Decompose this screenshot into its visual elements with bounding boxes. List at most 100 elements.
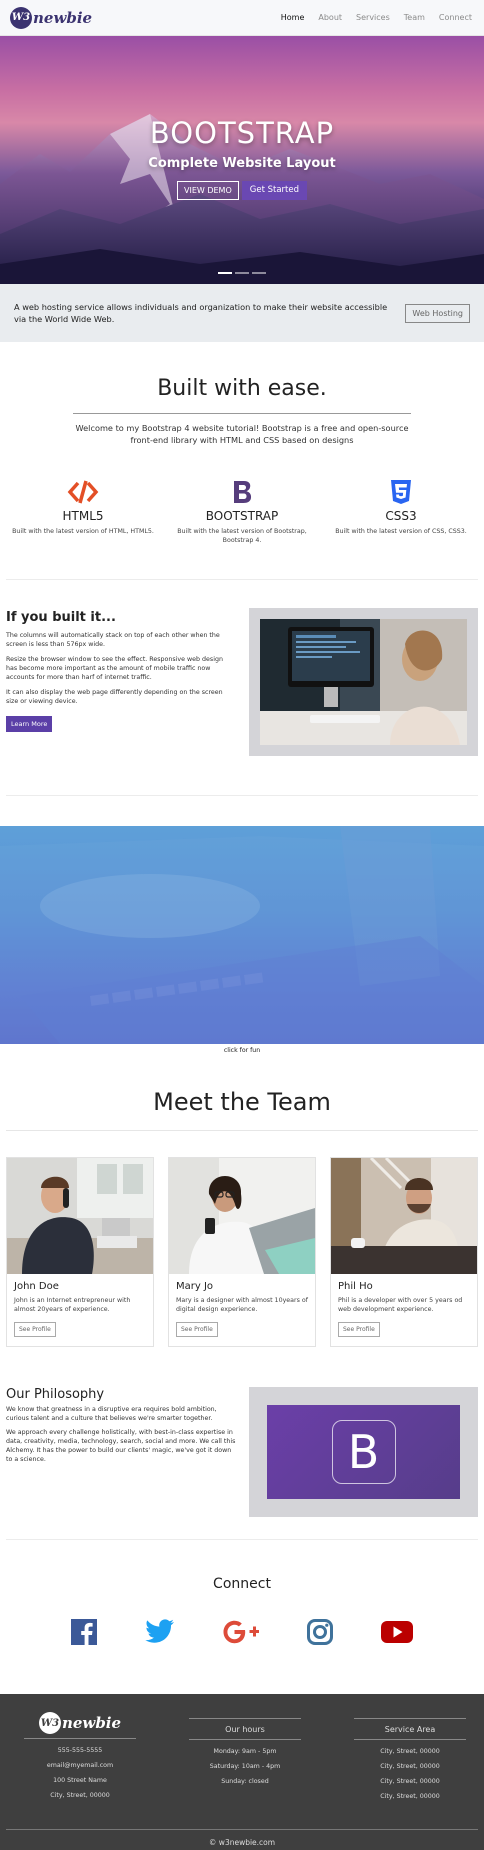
team-card-body: John Doe John is an Internet entrepreneu… bbox=[7, 1274, 153, 1344]
section-divider bbox=[6, 795, 478, 796]
team-photo-john bbox=[7, 1158, 153, 1274]
welcome-text: Welcome to my Bootstrap 4 website tutori… bbox=[75, 423, 409, 445]
built-paragraph: The columns will automatically stack on … bbox=[6, 632, 220, 648]
get-started-button[interactable]: Get Started bbox=[241, 181, 307, 200]
see-profile-button[interactable]: See Profile bbox=[14, 1322, 56, 1337]
philosophy-paragraph: We approach every challenge holistically… bbox=[6, 1429, 236, 1463]
parallax-keyboard-image[interactable] bbox=[0, 826, 484, 1044]
footer-hours-title: Our hours bbox=[189, 1718, 301, 1740]
web-hosting-button[interactable]: Web Hosting bbox=[405, 303, 470, 323]
carousel-indicator-1[interactable] bbox=[218, 272, 232, 274]
connect-title: Connect bbox=[213, 1576, 271, 1592]
hero-title: BOOTSTRAP bbox=[149, 116, 335, 150]
philosophy-section: Our Philosophy We know that greatness in… bbox=[0, 1347, 484, 1531]
jumbotron: A web hosting service allows individuals… bbox=[0, 284, 484, 342]
footer-area-title: Service Area bbox=[354, 1718, 466, 1740]
youtube-icon[interactable] bbox=[381, 1620, 413, 1648]
tech-item-html5: HTML5 Built with the latest version of H… bbox=[8, 478, 158, 545]
team-member-desc: Mary is a designer with almost 10years o… bbox=[176, 1297, 308, 1313]
team-photo-phil bbox=[331, 1158, 477, 1274]
footer-email[interactable]: email@myemail.com bbox=[24, 1762, 136, 1769]
carousel-indicator-2[interactable] bbox=[235, 272, 249, 274]
bootstrap-logo-image: B bbox=[267, 1405, 460, 1499]
nav-links: Home About Services Team Connect bbox=[281, 13, 472, 22]
bootstrap-icon bbox=[167, 478, 317, 506]
footer-divider bbox=[6, 1829, 478, 1830]
hero-carousel[interactable]: BOOTSTRAP Complete Website Layout VIEW D… bbox=[0, 36, 484, 284]
google-plus-icon[interactable] bbox=[223, 1620, 259, 1648]
footer-hours: Our hours Monday: 9am - 5pm Saturday: 10… bbox=[189, 1712, 301, 1800]
footer-area-line: City, Street, 00000 bbox=[380, 1748, 440, 1755]
twitter-icon[interactable] bbox=[145, 1619, 175, 1649]
view-demo-button[interactable]: VIEW DEMO bbox=[176, 181, 239, 200]
team-card-body: Phil Ho Phil is a developer with over 5 … bbox=[331, 1274, 477, 1344]
team-card-phil: Phil Ho Phil is a developer with over 5 … bbox=[330, 1157, 478, 1347]
logo-badge: W3 bbox=[38, 1712, 61, 1734]
hero-caption: BOOTSTRAP Complete Website Layout VIEW D… bbox=[0, 116, 484, 200]
welcome-section: Built with ease. Welcome to my Bootstrap… bbox=[0, 342, 484, 545]
tech-name: CSS3 bbox=[385, 509, 417, 523]
footer-logo[interactable]: W3 newbie bbox=[24, 1712, 136, 1739]
nav-link-about[interactable]: About bbox=[318, 13, 342, 22]
team-member-name: John Doe bbox=[14, 1281, 59, 1292]
footer-area-line: City, Street, 00000 bbox=[380, 1793, 440, 1800]
logo-badge: W3 bbox=[10, 6, 32, 29]
instagram-icon[interactable] bbox=[307, 1619, 333, 1649]
footer: W3 newbie 555-555-5555 email@myemail.com… bbox=[0, 1694, 484, 1850]
carousel-indicator-3[interactable] bbox=[252, 272, 266, 274]
nav-link-home[interactable]: Home bbox=[281, 13, 305, 22]
nav-link-team[interactable]: Team bbox=[404, 13, 425, 22]
footer-hours-line: Monday: 9am - 5pm bbox=[213, 1748, 277, 1755]
jumbotron-text: A web hosting service allows individuals… bbox=[14, 302, 388, 324]
team-cards: John Doe John is an Internet entrepreneu… bbox=[0, 1131, 484, 1347]
footer-hours-line: Saturday: 10am - 4pm bbox=[209, 1763, 281, 1770]
footer-phone: 555-555-5555 bbox=[57, 1747, 103, 1754]
connect-section: Connect bbox=[0, 1540, 484, 1650]
footer-area-line: City, Street, 00000 bbox=[380, 1778, 440, 1785]
welcome-divider bbox=[73, 413, 411, 414]
logo-text: newbie bbox=[61, 1714, 122, 1732]
team-card-body: Mary Jo Mary is a designer with almost 1… bbox=[169, 1274, 315, 1344]
built-paragraph: It can also display the web page differe… bbox=[6, 689, 223, 705]
footer-service-area: Service Area City, Street, 00000 City, S… bbox=[354, 1712, 466, 1800]
footer-contact: W3 newbie 555-555-5555 email@myemail.com… bbox=[24, 1712, 136, 1800]
see-profile-button[interactable]: See Profile bbox=[176, 1322, 218, 1337]
footer-columns: W3 newbie 555-555-5555 email@myemail.com… bbox=[0, 1694, 484, 1800]
built-text: If you built it... The columns will auto… bbox=[6, 608, 236, 795]
tech-desc: Built with the latest version of HTML, H… bbox=[12, 528, 154, 535]
tech-name: BOOTSTRAP bbox=[205, 509, 279, 523]
bootstrap-logo-frame: B bbox=[249, 1387, 478, 1517]
desk-photo bbox=[260, 619, 467, 745]
philosophy-text: Our Philosophy We know that greatness in… bbox=[6, 1387, 238, 1531]
see-profile-button[interactable]: See Profile bbox=[338, 1322, 380, 1337]
hero-subtitle: Complete Website Layout bbox=[148, 156, 336, 171]
nav-link-connect[interactable]: Connect bbox=[439, 13, 472, 22]
footer-street: 100 Street Name bbox=[53, 1777, 107, 1784]
welcome-title: Built with ease. bbox=[157, 376, 327, 401]
logo-text: newbie bbox=[33, 8, 93, 27]
team-photo-mary bbox=[169, 1158, 315, 1274]
nav-link-services[interactable]: Services bbox=[356, 13, 390, 22]
navbar: W3 newbie Home About Services Team Conne… bbox=[0, 0, 484, 36]
facebook-icon[interactable] bbox=[71, 1619, 97, 1649]
tech-desc: Built with the latest version of Bootstr… bbox=[177, 528, 307, 544]
tech-item-css3: CSS3 Built with the latest version of CS… bbox=[326, 478, 476, 545]
css3-icon bbox=[326, 478, 476, 506]
philosophy-title: Our Philosophy bbox=[6, 1387, 105, 1402]
logo[interactable]: W3 newbie bbox=[10, 6, 93, 29]
hero-buttons: VIEW DEMO Get Started bbox=[0, 181, 484, 200]
social-icons bbox=[0, 1618, 484, 1650]
tech-list: HTML5 Built with the latest version of H… bbox=[0, 478, 484, 545]
footer-city: City, Street, 00000 bbox=[50, 1792, 110, 1799]
team-member-name: Mary Jo bbox=[176, 1281, 214, 1292]
bootstrap-logo-letter: B bbox=[331, 1420, 396, 1484]
philosophy-paragraph: We know that greatness in a disruptive e… bbox=[6, 1406, 217, 1422]
learn-more-button[interactable]: Learn More bbox=[6, 716, 53, 732]
tech-desc: Built with the latest version of CSS, CS… bbox=[335, 528, 467, 535]
copyright: © w3newbie.com bbox=[208, 1838, 276, 1847]
html5-icon bbox=[8, 478, 158, 506]
footer-hours-line: Sunday: closed bbox=[221, 1778, 269, 1785]
carousel-indicators bbox=[0, 272, 484, 274]
footer-area-line: City, Street, 00000 bbox=[380, 1763, 440, 1770]
parallax-caption: click for fun bbox=[223, 1047, 261, 1054]
